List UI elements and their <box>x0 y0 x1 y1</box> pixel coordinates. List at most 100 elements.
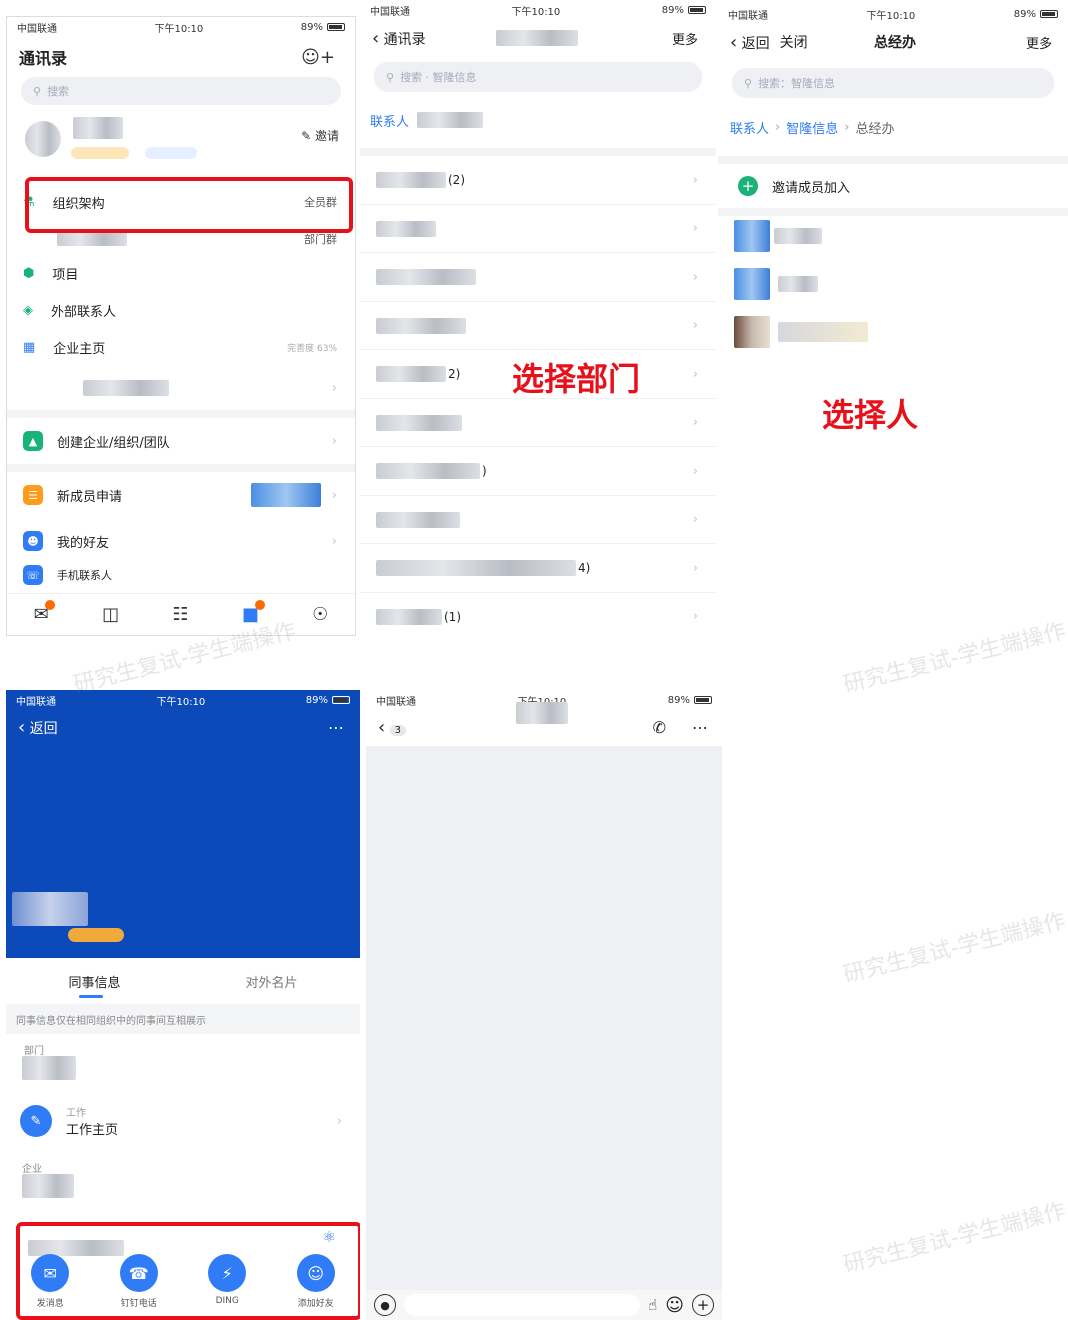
blurred-item[interactable]: › <box>7 366 355 410</box>
back-button[interactable]: ‹ 通讯录 <box>372 28 426 49</box>
avatar <box>25 121 61 157</box>
mobile-contacts-icon: ☏ <box>23 565 43 585</box>
divider <box>7 410 355 418</box>
department-item[interactable]: (1) › <box>360 593 716 637</box>
add-circle-icon: + <box>738 176 758 196</box>
page-title: 通讯录 <box>19 49 68 68</box>
add-contact-icon[interactable]: ☺+ <box>301 47 335 68</box>
search-input[interactable]: ⚲ 搜索 · 智隆信息 <box>374 62 702 92</box>
phone-icon[interactable]: ✆ <box>653 718 666 737</box>
search-placeholder: 搜索 · 智隆信息 <box>400 71 477 84</box>
search-input[interactable]: ⚲ 搜索 <box>21 77 341 105</box>
new-member-icon: ☰ <box>23 485 43 505</box>
search-icon: ⚲ <box>386 70 395 84</box>
more-button[interactable]: 更多 <box>1026 33 1052 52</box>
department-name-blurred <box>376 511 460 528</box>
department-item[interactable]: (2) › <box>360 156 716 205</box>
more-icon[interactable]: ⋯ <box>328 718 344 737</box>
search-placeholder: 搜索 <box>47 85 70 98</box>
department-count: ) <box>482 464 487 479</box>
project-item[interactable]: ⬢ 项目 <box>7 255 355 292</box>
dept-group-link[interactable]: 部门群 <box>304 231 337 247</box>
department-item[interactable]: › <box>360 302 716 350</box>
invite-member-item[interactable]: + 邀请成员加入 <box>718 164 1068 208</box>
chevron-left-icon: ‹ <box>378 716 386 738</box>
close-button[interactable]: 关闭 <box>780 32 808 52</box>
my-org-card[interactable]: ✎ 邀请 <box>7 115 355 181</box>
screen-chat: 中国联通 下午10:10 89% ‹ 3 ✆ ⋯ ● ☝ ☺ + <box>366 690 722 1320</box>
org-rank-badge <box>145 147 197 159</box>
back-button[interactable]: ‹ 3 <box>378 716 407 738</box>
member-avatar[interactable] <box>734 268 770 300</box>
identity-badge <box>68 928 124 942</box>
department-item[interactable]: › <box>360 253 716 302</box>
chevron-right-icon: › <box>692 512 698 528</box>
project-label: 项目 <box>52 268 79 283</box>
breadcrumb-contacts[interactable]: 联系人 <box>370 111 409 130</box>
org-badge <box>71 147 129 159</box>
tab-messages[interactable]: ✉ <box>34 600 55 625</box>
battery-label: 89% <box>300 21 323 33</box>
tab-me[interactable]: ☉ <box>312 604 328 625</box>
member-avatar[interactable] <box>734 316 770 348</box>
breadcrumb: 联系人 › 智隆信息 › 总经办 <box>718 98 1068 156</box>
chevron-right-icon: › <box>692 415 698 431</box>
breadcrumb-org[interactable]: 智隆信息 <box>786 118 838 137</box>
status-bar: 中国联通 下午10:10 89% <box>7 17 355 37</box>
work-home-item[interactable]: ✎ 工作 工作主页 › <box>6 1094 360 1148</box>
search-input[interactable]: ⚲ 搜索：智隆信息 <box>732 68 1054 98</box>
chevron-right-icon: › <box>775 119 781 135</box>
status-bar: 中国联通 下午10:10 89% <box>6 690 360 710</box>
badge-dot <box>254 600 265 610</box>
chevron-right-icon: › <box>692 463 698 479</box>
chevron-right-icon: › <box>331 487 337 503</box>
invite-button[interactable]: ✎ 邀请 <box>301 127 339 144</box>
plus-icon[interactable]: + <box>692 1294 714 1316</box>
department-item[interactable]: › <box>360 399 716 447</box>
department-item[interactable]: ) › <box>360 447 716 496</box>
divider <box>360 148 716 156</box>
department-count: (2) <box>448 173 465 188</box>
enterprise-home-item[interactable]: ▦ 企业主页 完善度 63% <box>7 329 355 366</box>
navbar: ‹ 通讯录 更多 <box>360 20 716 56</box>
my-friends-item[interactable]: ☻ 我的好友 › <box>7 518 355 564</box>
unread-count-badge: 3 <box>389 724 407 736</box>
new-member-label: 新成员申请 <box>57 489 123 505</box>
tab-business-card[interactable]: 对外名片 <box>183 958 360 1004</box>
invite-member-label: 邀请成员加入 <box>772 180 851 196</box>
back-label: 返回 <box>29 720 58 737</box>
member-avatar[interactable] <box>734 220 770 252</box>
member-list <box>718 216 1068 356</box>
tab-colleague-info[interactable]: 同事信息 <box>6 958 183 1004</box>
tab-colleague-label: 同事信息 <box>68 976 121 991</box>
thumbs-up-icon[interactable]: ☝ <box>648 1296 657 1314</box>
department-item[interactable]: 4) › <box>360 544 716 593</box>
department-item[interactable]: › <box>360 205 716 253</box>
chevron-right-icon: › <box>844 119 850 135</box>
create-org-item[interactable]: ▲ 创建企业/组织/团队 › <box>7 418 355 464</box>
chevron-right-icon: › <box>692 366 698 382</box>
back-button[interactable]: ‹ 返回 <box>730 32 770 53</box>
navbar: ‹ 返回 ⋯ <box>6 710 360 744</box>
doc-icon: ◫ <box>102 604 120 625</box>
chevron-right-icon: › <box>336 1113 342 1129</box>
more-icon[interactable]: ⋯ <box>692 718 708 737</box>
tab-workbench[interactable]: ☷ <box>172 604 188 625</box>
voice-icon[interactable]: ● <box>374 1294 396 1316</box>
external-contacts-item[interactable]: ◈ 外部联系人 <box>7 292 355 329</box>
emoji-icon[interactable]: ☺ <box>665 1295 684 1316</box>
message-input[interactable] <box>404 1294 641 1316</box>
search-icon: ⚲ <box>744 76 753 90</box>
carrier-label: 中国联通 <box>728 10 768 22</box>
grid-icon: ☷ <box>172 604 189 625</box>
more-button[interactable]: 更多 <box>672 29 698 48</box>
dept-name-blurred <box>57 232 127 246</box>
department-item[interactable]: › <box>360 496 716 544</box>
tab-docs[interactable]: ◫ <box>102 604 119 625</box>
mobile-contacts-item[interactable]: ☏ 手机联系人 <box>7 564 355 586</box>
dept-row: 部门 <box>6 1034 360 1090</box>
new-member-item[interactable]: ☰ 新成员申请 › <box>7 472 355 518</box>
chevron-right-icon: › <box>692 172 698 188</box>
breadcrumb-contacts[interactable]: 联系人 <box>730 118 769 137</box>
back-button[interactable]: ‹ 返回 <box>18 717 58 738</box>
